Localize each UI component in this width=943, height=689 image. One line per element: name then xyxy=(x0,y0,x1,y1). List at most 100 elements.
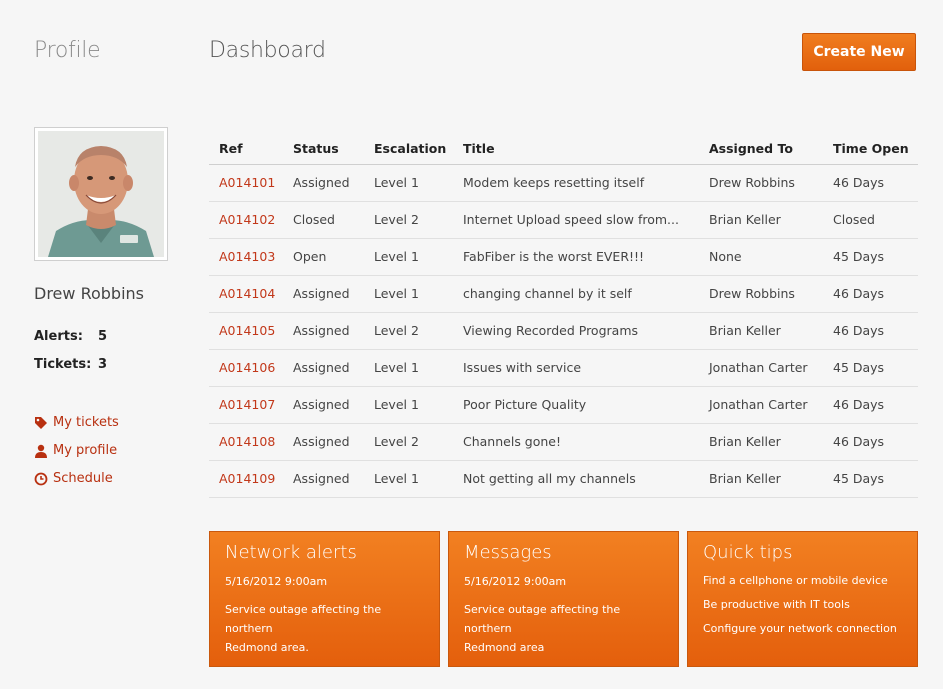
ticket-time-open: 46 Days xyxy=(833,434,885,449)
ticket-ref-link[interactable]: A014101 xyxy=(219,165,275,201)
messages-body-line: Redmond area xyxy=(464,641,545,654)
ticket-time-open: Closed xyxy=(833,212,875,227)
header-ref[interactable]: Ref xyxy=(219,133,243,164)
tag-icon xyxy=(35,416,47,429)
tickets-label: Tickets: xyxy=(34,357,92,372)
ticket-time-open: 46 Days xyxy=(833,323,885,338)
header-status[interactable]: Status xyxy=(293,133,339,164)
my-tickets-link[interactable]: My tickets xyxy=(34,415,119,430)
network-alerts-body-line: Redmond area. xyxy=(225,641,309,654)
quick-tip-item[interactable]: Configure your network connection xyxy=(703,617,902,641)
quick-tips-title: Quick tips xyxy=(703,542,793,563)
tickets-stat: Tickets: 3 xyxy=(34,357,107,372)
profile-heading: Profile xyxy=(34,38,101,63)
table-header: Ref Status Escalation Title Assigned To … xyxy=(209,133,918,165)
ticket-escalation: Level 1 xyxy=(374,249,419,264)
schedule-link[interactable]: Schedule xyxy=(34,471,113,486)
ticket-status: Assigned xyxy=(293,175,350,190)
ticket-assignee: Brian Keller xyxy=(709,434,781,449)
create-new-button[interactable]: Create New xyxy=(802,33,916,71)
ticket-ref-link[interactable]: A014105 xyxy=(219,313,275,349)
ticket-assignee: Jonathan Carter xyxy=(709,360,808,375)
ticket-status: Assigned xyxy=(293,323,350,338)
ticket-time-open: 45 Days xyxy=(833,249,885,264)
ticket-escalation: Level 1 xyxy=(374,360,419,375)
tickets-table: Ref Status Escalation Title Assigned To … xyxy=(209,133,918,498)
ticket-title: Not getting all my channels xyxy=(463,471,636,486)
messages-title: Messages xyxy=(464,542,552,563)
schedule-label: Schedule xyxy=(53,471,113,486)
ticket-ref-link[interactable]: A014109 xyxy=(219,461,275,497)
ticket-assignee: Brian Keller xyxy=(709,471,781,486)
user-name: Drew Robbins xyxy=(34,284,144,303)
ticket-ref-link[interactable]: A014102 xyxy=(219,202,275,238)
person-icon xyxy=(35,444,47,458)
ticket-title: Channels gone! xyxy=(463,434,562,449)
header-escalation[interactable]: Escalation xyxy=(374,133,446,164)
messages-tile[interactable]: Messages 5/16/2012 9:00am Service outage… xyxy=(448,531,679,667)
ticket-escalation: Level 1 xyxy=(374,471,419,486)
ticket-status: Assigned xyxy=(293,434,350,449)
alerts-label: Alerts: xyxy=(34,329,83,344)
ticket-escalation: Level 1 xyxy=(374,397,419,412)
header-assigned-to[interactable]: Assigned To xyxy=(709,133,793,164)
table-row[interactable]: A014102 Closed Level 2 Internet Upload spee… xyxy=(209,202,918,239)
messages-date: 5/16/2012 9:00am xyxy=(464,575,567,588)
ticket-ref-link[interactable]: A014108 xyxy=(219,424,275,460)
my-profile-label: My profile xyxy=(53,443,118,458)
table-row[interactable]: A014104 Assigned Level 1 changing channel b… xyxy=(209,276,918,313)
ticket-ref-link[interactable]: A014103 xyxy=(219,239,275,275)
ticket-ref-link[interactable]: A014104 xyxy=(219,276,275,312)
person-photo-icon xyxy=(38,131,164,257)
ticket-time-open: 46 Days xyxy=(833,286,885,301)
ticket-time-open: 46 Days xyxy=(833,175,885,190)
table-row[interactable]: A014107 Assigned Level 1 Poor Picture Quali… xyxy=(209,387,918,424)
quick-tips-tile: Quick tips Find a cellphone or mobile de… xyxy=(687,531,918,667)
ticket-assignee: Jonathan Carter xyxy=(709,397,808,412)
ticket-escalation: Level 2 xyxy=(374,434,419,449)
ticket-time-open: 46 Days xyxy=(833,397,885,412)
quick-tip-item[interactable]: Be productive with IT tools xyxy=(703,593,902,617)
ticket-escalation: Level 2 xyxy=(374,212,419,227)
table-row[interactable]: A014101 Assigned Level 1 Modem keeps resett… xyxy=(209,165,918,202)
avatar xyxy=(34,127,168,261)
quick-tip-item[interactable]: Find a cellphone or mobile device xyxy=(703,569,902,593)
network-alerts-body-line: Service outage affecting the northern xyxy=(225,603,382,635)
dashboard-heading: Dashboard xyxy=(209,38,326,63)
messages-body-line: Service outage affecting the northern xyxy=(464,603,621,635)
table-row[interactable]: A014109 Assigned Level 1 Not getting all my… xyxy=(209,461,918,498)
ticket-assignee: Drew Robbins xyxy=(709,286,795,301)
ticket-title: changing channel by it self xyxy=(463,286,632,301)
table-row[interactable]: A014105 Assigned Level 2 Viewing Recorded P… xyxy=(209,313,918,350)
ticket-time-open: 45 Days xyxy=(833,360,885,375)
ticket-title: Issues with service xyxy=(463,360,582,375)
ticket-escalation: Level 1 xyxy=(374,286,419,301)
ticket-assignee: Brian Keller xyxy=(709,323,781,338)
ticket-ref-link[interactable]: A014106 xyxy=(219,350,275,386)
header-time-open[interactable]: Time Open xyxy=(833,133,909,164)
ticket-status: Assigned xyxy=(293,360,350,375)
ticket-assignee: Brian Keller xyxy=(709,212,781,227)
ticket-ref-link[interactable]: A014107 xyxy=(219,387,275,423)
alerts-count: 5 xyxy=(98,329,108,344)
ticket-title: Modem keeps resetting itself xyxy=(463,175,645,190)
table-row[interactable]: A014106 Assigned Level 1 Issues with servic… xyxy=(209,350,918,387)
network-alerts-tile[interactable]: Network alerts 5/16/2012 9:00am Service … xyxy=(209,531,440,667)
ticket-status: Closed xyxy=(293,212,335,227)
tickets-count: 3 xyxy=(98,357,108,372)
avatar-image xyxy=(38,131,164,257)
network-alerts-date: 5/16/2012 9:00am xyxy=(225,575,328,588)
network-alerts-title: Network alerts xyxy=(225,542,357,563)
ticket-status: Assigned xyxy=(293,397,350,412)
ticket-status: Open xyxy=(293,249,327,264)
ticket-assignee: Drew Robbins xyxy=(709,175,795,190)
table-row[interactable]: A014103 Open Level 1 FabFiber is the worst … xyxy=(209,239,918,276)
ticket-time-open: 45 Days xyxy=(833,471,885,486)
ticket-escalation: Level 1 xyxy=(374,175,419,190)
ticket-assignee: None xyxy=(709,249,742,264)
header-title[interactable]: Title xyxy=(463,133,495,164)
my-profile-link[interactable]: My profile xyxy=(34,443,117,458)
ticket-title: FabFiber is the worst EVER!!! xyxy=(463,249,645,264)
my-tickets-label: My tickets xyxy=(53,415,119,430)
table-row[interactable]: A014108 Assigned Level 2 Channels gone! Bria… xyxy=(209,424,918,461)
